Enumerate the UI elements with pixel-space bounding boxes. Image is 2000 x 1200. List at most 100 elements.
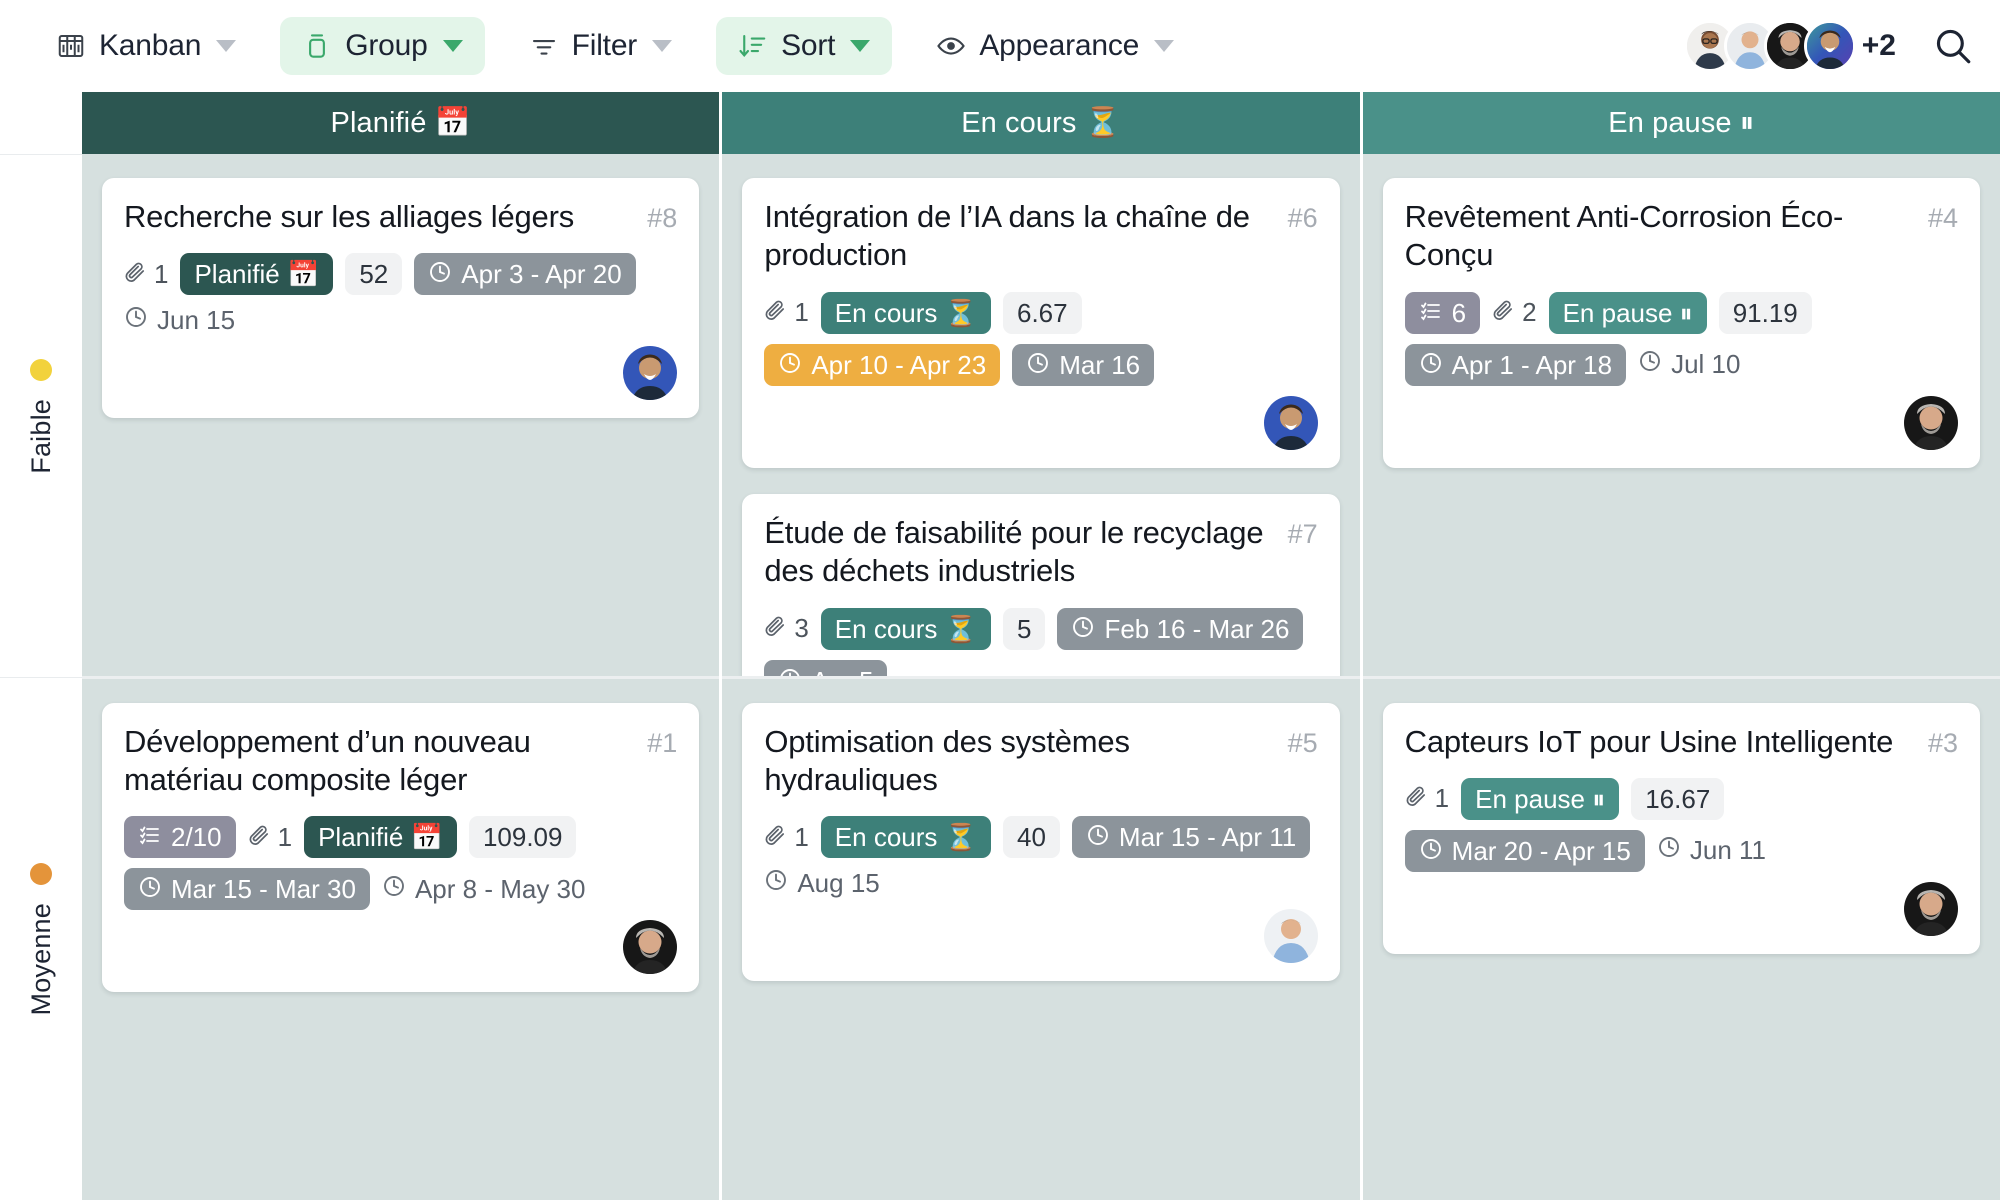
- swimlane-cell[interactable]: Optimisation des systèmes hydrauliques #…: [722, 675, 1360, 1200]
- metric-chip: 16.67: [1631, 777, 1725, 820]
- date-range-chip[interactable]: Mar 20 - Apr 15: [1404, 829, 1645, 872]
- swimlane-cell[interactable]: Développement d’un nouveau matériau comp…: [82, 675, 720, 1200]
- card-id: #4: [1927, 203, 1958, 233]
- kanban-card[interactable]: Capteurs IoT pour Usine Intelligente #3 …: [1382, 702, 1980, 954]
- date-text: Aug 15: [764, 868, 880, 899]
- clock-icon: [138, 875, 162, 903]
- swimlane-header-moyenne[interactable]: Moyenne: [0, 677, 82, 1200]
- chevron-down-icon: [850, 40, 871, 52]
- assignee-avatar[interactable]: [623, 346, 678, 401]
- avatar[interactable]: [1803, 20, 1856, 72]
- column-body: Recherche sur les alliages légers #8 1 Pl…: [82, 154, 720, 1200]
- status-label: En cours ⏳: [834, 613, 977, 644]
- swimlane-cell[interactable]: Intégration de l’IA dans la chaîne de pr…: [722, 154, 1360, 676]
- eye-icon: [936, 31, 966, 61]
- assignee-avatar[interactable]: [1903, 881, 1958, 936]
- group-label: Group: [345, 29, 428, 62]
- card-header: Optimisation des systèmes hydrauliques #…: [764, 723, 1317, 800]
- assignee-avatar[interactable]: [1263, 395, 1318, 450]
- card-header: Étude de faisabilité pour le recyclage d…: [764, 514, 1317, 591]
- date-range-chip[interactable]: Mar 15 - Mar 30: [124, 868, 370, 911]
- swimlane-label: Moyenne: [25, 902, 56, 1016]
- view-kanban-button[interactable]: Kanban: [34, 17, 258, 75]
- card-id: #3: [1927, 727, 1958, 758]
- checklist-chip[interactable]: 6: [1404, 291, 1481, 334]
- checklist-chip[interactable]: 2/10: [124, 816, 236, 859]
- status-chip[interactable]: En pause ⏸: [1461, 777, 1620, 820]
- kanban-card[interactable]: Étude de faisabilité pour le recyclage d…: [742, 493, 1340, 676]
- card-id: #7: [1287, 518, 1318, 549]
- metric-chip: 6.67: [1003, 291, 1082, 334]
- swimlane-cell[interactable]: Capteurs IoT pour Usine Intelligente #3 …: [1362, 675, 2000, 1200]
- date-range-chip[interactable]: Apr 3 - Apr 20: [414, 253, 636, 296]
- card-meta-chips: 1 En cours ⏳ 6.67 Apr 10 - Apr 23 Mar 16: [764, 291, 1317, 386]
- view-kanban-label: Kanban: [99, 29, 202, 62]
- column-header[interactable]: En pause ⏸: [1362, 92, 2000, 154]
- swimlane-cell[interactable]: Revêtement Anti-Corrosion Éco-Conçu #4 6…: [1362, 154, 2000, 676]
- paperclip-icon: [764, 613, 787, 644]
- swimlane-label: Faible: [25, 398, 56, 474]
- kanban-card[interactable]: Intégration de l’IA dans la chaîne de pr…: [742, 178, 1340, 468]
- paperclip-icon: [764, 822, 787, 853]
- clock-icon: [1026, 351, 1050, 379]
- search-button[interactable]: [1932, 25, 1974, 67]
- column-title: Planifié 📅: [330, 107, 471, 139]
- date-range-chip[interactable]: Apr 10 - Apr 23: [764, 343, 1001, 386]
- date-chip[interactable]: Mar 16: [1012, 343, 1155, 386]
- date-chip[interactable]: Apr 5: [764, 659, 888, 676]
- attachment-count: 1: [248, 822, 292, 853]
- member-avatar-group[interactable]: +2: [1683, 20, 1896, 72]
- kanban-card[interactable]: Recherche sur les alliages légers #8 1 Pl…: [102, 178, 700, 419]
- card-title: Revêtement Anti-Corrosion Éco-Conçu: [1404, 199, 1844, 273]
- status-chip[interactable]: Planifié 📅: [180, 253, 334, 296]
- card-footer: [1405, 872, 1958, 936]
- status-chip[interactable]: Planifié 📅: [304, 816, 457, 859]
- column-header[interactable]: Planifié 📅: [82, 92, 720, 154]
- swimlane-cell[interactable]: Recherche sur les alliages légers #8 1 Pl…: [82, 154, 720, 676]
- status-chip[interactable]: En cours ⏳: [820, 607, 991, 650]
- assignee-avatar[interactable]: [1903, 395, 1958, 450]
- sort-button[interactable]: Sort: [716, 17, 893, 75]
- attachment-count: 1: [124, 259, 168, 290]
- metric-chip: 109.09: [468, 816, 577, 859]
- assignee-avatar[interactable]: [1263, 909, 1318, 964]
- status-chip[interactable]: En pause ⏸: [1548, 291, 1707, 334]
- card-meta-chips: 1 En cours ⏳ 40 Mar 15 - Apr 11 Aug 15: [764, 816, 1317, 899]
- status-label: En pause ⏸: [1475, 783, 1606, 814]
- checklist-icon: [1419, 299, 1443, 327]
- column-body: Intégration de l’IA dans la chaîne de pr…: [722, 154, 1360, 1200]
- appearance-button[interactable]: Appearance: [914, 17, 1196, 75]
- date-range-chip[interactable]: Feb 16 - Mar 26: [1057, 607, 1304, 650]
- group-button[interactable]: Group: [280, 17, 485, 75]
- assignee-avatar[interactable]: [623, 920, 678, 975]
- swimlane-header-faible[interactable]: Faible: [0, 154, 82, 677]
- column-title: En pause ⏸: [1608, 106, 1755, 139]
- clock-icon: [124, 305, 148, 336]
- card-meta-chips: 3 En cours ⏳ 5 Feb 16 - Mar 26 Apr 5: [764, 607, 1317, 676]
- kanban-card[interactable]: Optimisation des systèmes hydrauliques #…: [742, 702, 1340, 982]
- board-column: En cours ⏳ Intégration de l’IA dans la c…: [722, 92, 1360, 1200]
- card-title: Capteurs IoT pour Usine Intelligente: [1404, 723, 1894, 759]
- kanban-card[interactable]: Revêtement Anti-Corrosion Éco-Conçu #4 6…: [1382, 178, 1980, 468]
- status-chip[interactable]: En cours ⏳: [820, 291, 991, 334]
- column-header[interactable]: En cours ⏳: [722, 92, 1360, 154]
- checklist-icon: [138, 823, 162, 851]
- card-title: Recherche sur les alliages légers: [124, 199, 575, 234]
- filter-button[interactable]: Filter: [507, 17, 694, 75]
- kanban-card[interactable]: Développement d’un nouveau matériau comp…: [102, 702, 700, 993]
- date-range-chip[interactable]: Apr 1 - Apr 18: [1404, 343, 1627, 386]
- sort-icon: [738, 31, 768, 61]
- paperclip-icon: [1492, 297, 1515, 328]
- board-column: En pause ⏸ Revêtement Anti-Corrosion Éco…: [1362, 92, 2000, 1200]
- status-chip[interactable]: En cours ⏳: [820, 816, 991, 859]
- card-title: Étude de faisabilité pour le recyclage d…: [764, 514, 1264, 589]
- paperclip-icon: [1405, 783, 1428, 814]
- card-header: Intégration de l’IA dans la chaîne de pr…: [764, 198, 1317, 275]
- status-label: Planifié 📅: [194, 259, 320, 290]
- clock-icon: [1419, 837, 1443, 865]
- status-label: En cours ⏳: [834, 822, 977, 853]
- date-range-chip[interactable]: Mar 15 - Apr 11: [1071, 816, 1311, 859]
- chevron-down-icon: [442, 40, 463, 52]
- card-header: Développement d’un nouveau matériau comp…: [124, 723, 677, 800]
- card-footer: [1405, 386, 1958, 450]
